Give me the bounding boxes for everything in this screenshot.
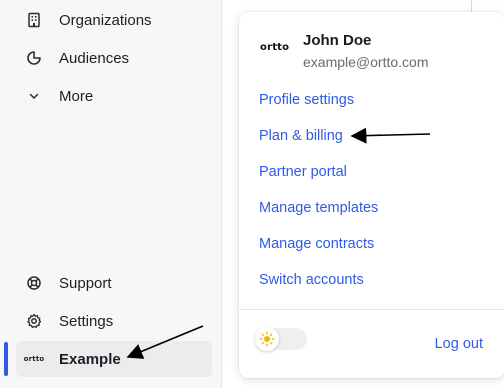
manage-templates-link[interactable]: Manage templates <box>259 200 378 216</box>
switch-accounts-link[interactable]: Switch accounts <box>259 272 364 288</box>
pane-divider <box>471 0 472 12</box>
sidebar: Organizations Audiences More Support Set… <box>0 0 222 388</box>
menu-divider <box>239 309 504 310</box>
sidebar-item-label: Organizations <box>59 11 152 29</box>
theme-toggle[interactable] <box>255 327 307 351</box>
manage-contracts-link[interactable]: Manage contracts <box>259 236 374 252</box>
pie-chart-icon <box>24 48 44 68</box>
account-menu: ortto John Doe example@ortto.com Profile… <box>239 12 504 378</box>
sidebar-item-organizations[interactable]: Organizations <box>16 2 212 38</box>
account-name: Example <box>59 350 121 368</box>
plan-billing-link[interactable]: Plan & billing <box>259 128 343 144</box>
sidebar-item-audiences[interactable]: Audiences <box>16 40 212 76</box>
account-logo: ortto <box>23 355 45 363</box>
sidebar-item-support[interactable]: Support <box>16 265 212 301</box>
org-logo: ortto <box>260 42 290 53</box>
chevron-down-icon <box>24 86 44 106</box>
building-icon <box>24 10 44 30</box>
profile-settings-link[interactable]: Profile settings <box>259 92 354 108</box>
sun-icon <box>255 327 279 351</box>
account-switcher[interactable]: ortto Example <box>16 341 212 377</box>
user-email: example@ortto.com <box>303 54 429 70</box>
logout-button[interactable]: Log out <box>435 336 483 352</box>
partner-portal-link[interactable]: Partner portal <box>259 164 347 180</box>
gear-icon <box>24 311 44 331</box>
user-name: John Doe <box>303 32 372 49</box>
sidebar-item-label: Support <box>59 274 112 292</box>
sidebar-item-settings[interactable]: Settings <box>16 303 212 339</box>
active-indicator <box>4 342 8 376</box>
sidebar-item-label: Settings <box>59 312 114 330</box>
sidebar-item-more[interactable]: More <box>16 78 212 114</box>
sidebar-item-label: More <box>59 87 94 105</box>
lifebuoy-icon <box>24 273 44 293</box>
sidebar-item-label: Audiences <box>59 49 130 67</box>
